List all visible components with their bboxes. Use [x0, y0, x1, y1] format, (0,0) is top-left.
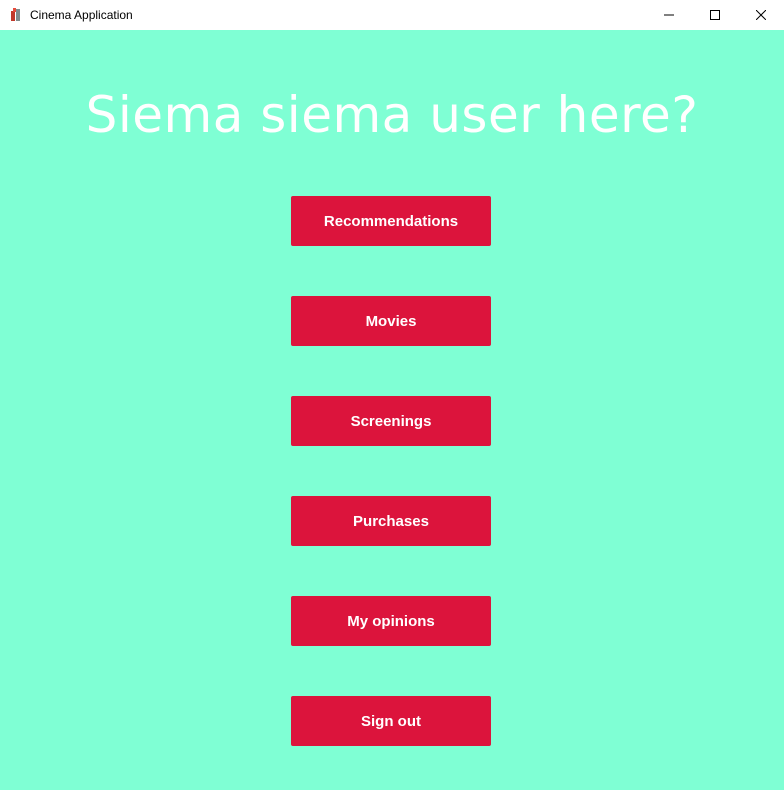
greeting-heading: Siema siema user here?: [85, 86, 699, 144]
cinema-app-icon: [8, 7, 24, 23]
screenings-button[interactable]: Screenings: [291, 396, 491, 446]
maximize-icon: [710, 10, 720, 20]
minimize-icon: [664, 14, 674, 16]
title-bar[interactable]: Cinema Application: [0, 0, 784, 30]
movies-button[interactable]: Movies: [291, 296, 491, 346]
recommendations-button[interactable]: Recommendations: [291, 196, 491, 246]
sign-out-button[interactable]: Sign out: [291, 696, 491, 746]
app-window: Cinema Application Siema siema user here…: [0, 0, 784, 790]
close-button[interactable]: [738, 0, 784, 30]
window-controls: [646, 0, 784, 30]
minimize-button[interactable]: [646, 0, 692, 30]
purchases-button[interactable]: Purchases: [291, 496, 491, 546]
close-icon: [756, 10, 766, 20]
my-opinions-button[interactable]: My opinions: [291, 596, 491, 646]
window-title: Cinema Application: [30, 8, 133, 22]
maximize-button[interactable]: [692, 0, 738, 30]
